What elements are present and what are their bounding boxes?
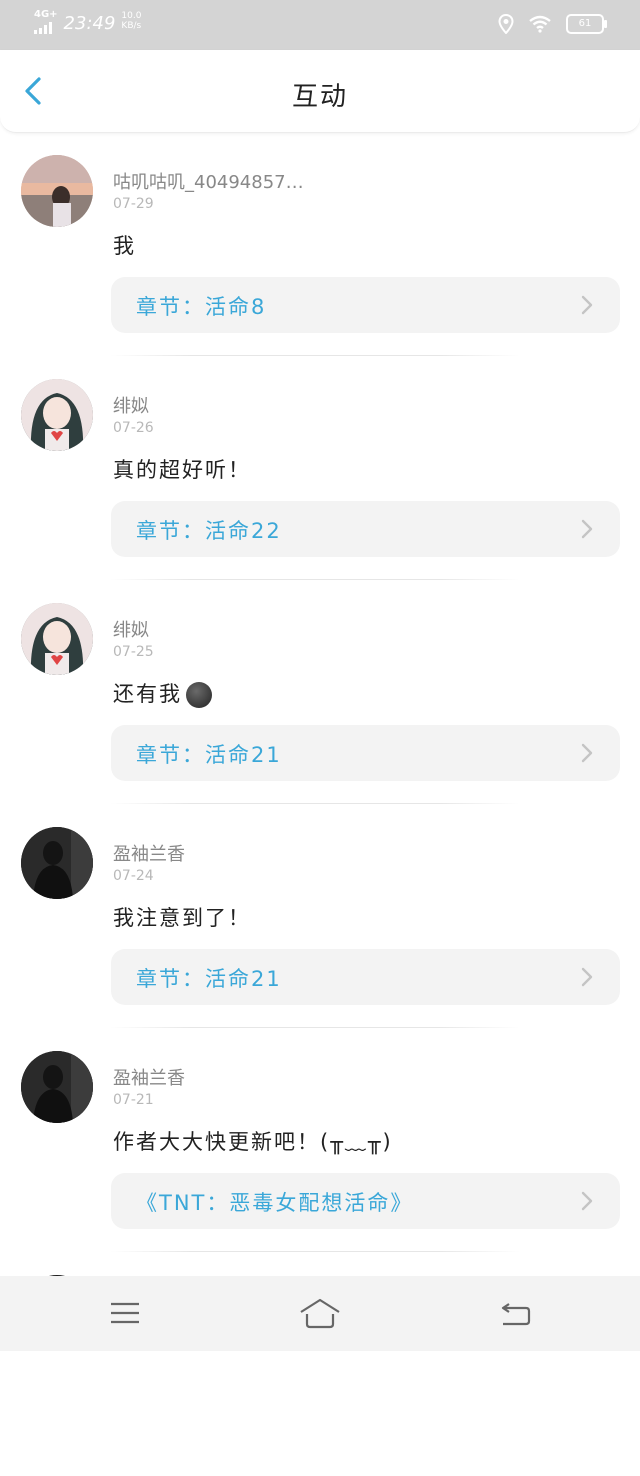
comment-text-content: 还有我 — [113, 682, 182, 706]
book-link-label: 《TNT：恶毒女配想活命》 — [136, 1191, 414, 1215]
network-type: 4G+ — [34, 9, 58, 20]
system-nav-bar — [0, 1276, 640, 1351]
home-button[interactable] — [298, 1294, 342, 1334]
avatar[interactable] — [21, 1051, 93, 1123]
home-icon — [300, 1298, 340, 1329]
chapter-link-label: 章节：活命21 — [136, 967, 282, 991]
avatar[interactable] — [21, 827, 93, 899]
chapter-link[interactable]: 章节：活命8 — [111, 277, 620, 333]
location-icon — [498, 14, 514, 34]
chapter-link[interactable]: 章节：活命21 — [111, 725, 620, 781]
comment-text: 还有我 — [113, 678, 212, 708]
chevron-right-icon — [581, 295, 593, 315]
battery-icon: 61 — [566, 14, 607, 34]
network-speed: 10.0 — [121, 11, 142, 21]
chapter-link-label: 章节：活命22 — [136, 519, 282, 543]
page-title: 互动 — [291, 82, 348, 112]
sunset-avatar-image — [21, 155, 93, 227]
menu-icon — [111, 1302, 139, 1324]
chapter-link-label: 章节：活命21 — [136, 743, 282, 767]
return-icon — [501, 1303, 531, 1326]
silhouette-avatar-image — [21, 827, 93, 899]
comment-text: 作者大大快更新吧！(╥﹏╥) — [113, 1130, 393, 1154]
wifi-icon — [529, 15, 551, 33]
avatar[interactable] — [21, 603, 93, 675]
chevron-right-icon — [581, 743, 593, 763]
dark-smiley-emoji-icon — [186, 682, 212, 708]
book-link[interactable]: 《TNT：恶毒女配想活命》 — [111, 1173, 620, 1229]
username: 盈袖兰香 — [113, 1068, 185, 1089]
comment-text: 真的超好听！ — [113, 458, 251, 482]
username: 绯姒 — [113, 620, 149, 641]
silhouette-avatar-image — [21, 1051, 93, 1123]
comment-text: 我注意到了！ — [113, 906, 251, 930]
chapter-link[interactable]: 章节：活命21 — [111, 949, 620, 1005]
comment-date: 07-24 — [113, 868, 154, 884]
chapter-link-label: 章节：活命8 — [136, 295, 267, 319]
system-back-button[interactable] — [495, 1294, 535, 1334]
avatar[interactable] — [21, 379, 93, 451]
comment-date: 07-21 — [113, 1092, 154, 1108]
chevron-right-icon — [581, 1191, 593, 1211]
list-item: 盈袖兰香 07-21 作者大大快更新吧！(╥﹏╥) 《TNT：恶毒女配想活命》 — [0, 1028, 640, 1252]
signal-icon — [34, 22, 52, 34]
chevron-right-icon — [581, 519, 593, 539]
username: 绯姒 — [113, 396, 149, 417]
chevron-right-icon — [581, 967, 593, 987]
battery-level: 61 — [578, 18, 592, 29]
avatar[interactable] — [21, 155, 93, 227]
list-item: 绯姒 07-26 真的超好听！ 章节：活命22 — [0, 356, 640, 580]
list-item: 咕叽咕叽_40494857… 07-29 我 章节：活命8 — [0, 132, 640, 356]
girl-avatar-image — [21, 379, 93, 451]
comment-date: 07-25 — [113, 644, 154, 660]
username: 咕叽咕叽_40494857… — [113, 172, 304, 193]
list-item: 绯姒 07-25 还有我 章节：活命21 — [0, 580, 640, 804]
header: 互动 — [0, 50, 640, 133]
username: 盈袖兰香 — [113, 844, 185, 865]
list-item: 盈袖兰香 07-24 我注意到了！ 章节：活命21 — [0, 804, 640, 1028]
menu-button[interactable] — [105, 1294, 145, 1334]
comment-date: 07-26 — [113, 420, 154, 436]
network-speed-unit: KB/s — [121, 21, 142, 31]
comment-date: 07-29 — [113, 196, 154, 212]
chapter-link[interactable]: 章节：活命22 — [111, 501, 620, 557]
interaction-feed: 咕叽咕叽_40494857… 07-29 我 章节：活命8 绯姒 07-26 真… — [0, 132, 640, 1476]
clock: 23:49 — [63, 13, 116, 34]
comment-text: 我 — [113, 234, 136, 258]
girl-avatar-image — [21, 603, 93, 675]
status-bar: 4G+ 23:49 10.0 KB/s 61 — [0, 0, 640, 50]
